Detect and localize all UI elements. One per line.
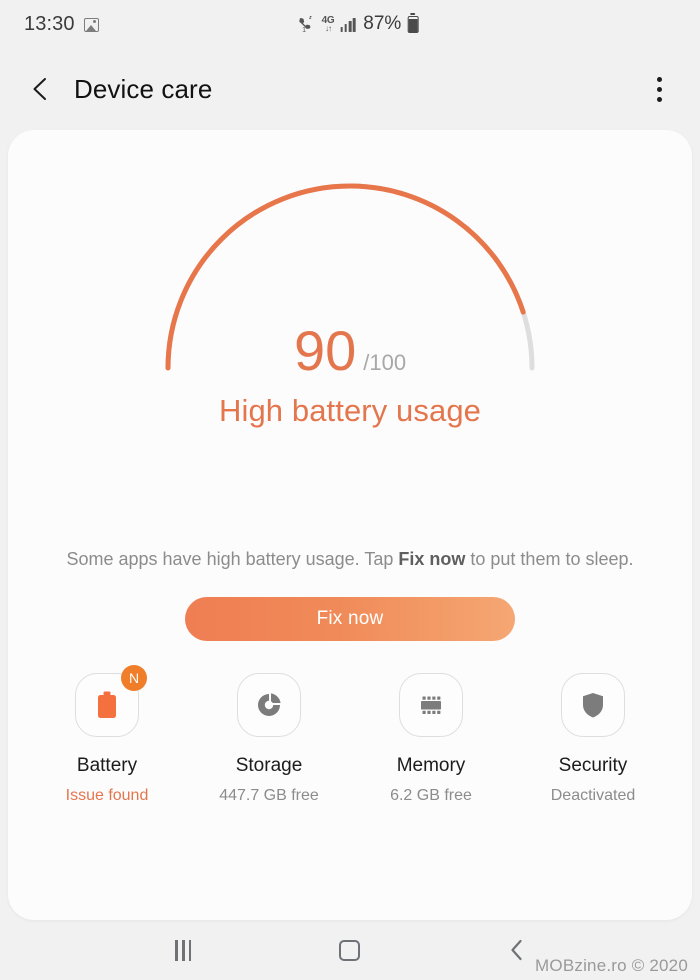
back-icon: [511, 939, 522, 961]
score-line: 90 /100: [8, 323, 692, 379]
image-icon: [83, 17, 99, 32]
network-type-icon: 4G ↓↑: [322, 15, 335, 33]
tile-icon-box: [237, 673, 301, 738]
back-arrow-icon[interactable]: [26, 74, 56, 104]
battery-percent: 87%: [363, 13, 402, 34]
recents-button[interactable]: [157, 930, 209, 970]
tile-label: Security: [558, 755, 628, 777]
fix-now-button[interactable]: Fix now: [185, 597, 515, 642]
description-text: Some apps have high battery usage. Tap F…: [8, 546, 692, 572]
home-button[interactable]: [324, 930, 376, 970]
tile-status: Deactivated: [550, 787, 636, 805]
system-navigation-bar: [0, 920, 700, 980]
shield-icon: [583, 693, 603, 718]
page-title: Device care: [74, 73, 213, 104]
app-bar: Device care: [0, 48, 700, 130]
device-care-card: 90 /100 High battery usage Some apps hav…: [8, 130, 692, 920]
description-part2: to put them to sleep.: [465, 549, 634, 569]
tile-icon-box: N: [75, 665, 147, 738]
status-bar-left: 13:30: [24, 13, 99, 36]
gauge-center-readout: 90 /100 High battery usage: [8, 323, 692, 429]
tile-status: 6.2 GB free: [390, 787, 472, 805]
tile-icon-box: [399, 673, 463, 738]
notification-badge: N: [121, 665, 147, 692]
status-clock: 13:30: [24, 12, 75, 35]
home-icon: [339, 939, 361, 961]
tile-memory[interactable]: Memory 6.2 GB free: [350, 673, 512, 807]
more-options-icon[interactable]: [644, 72, 674, 106]
tile-icon-box: [561, 673, 625, 738]
score-value: 90: [293, 319, 357, 382]
recents-icon: [175, 939, 192, 961]
network-arrows: ↓↑: [325, 23, 332, 33]
memory-chip-icon: [421, 696, 441, 715]
description-emphasis: Fix now: [398, 549, 466, 569]
category-tiles: N Battery Issue found Storage 447.7 GB f…: [8, 665, 692, 807]
battery-icon: [98, 691, 116, 719]
tile-label: Memory: [396, 755, 466, 777]
back-button[interactable]: [491, 930, 543, 970]
tile-status: Issue found: [65, 787, 149, 805]
tile-label: Storage: [235, 755, 303, 777]
score-status-text: High battery usage: [218, 393, 481, 428]
status-bar: 13:30 1 4G ↓↑ 87%: [0, 0, 700, 48]
tile-storage[interactable]: Storage 447.7 GB free: [188, 673, 350, 807]
score-denominator: /100: [363, 350, 407, 375]
status-bar-right: 1 4G ↓↑ 87%: [298, 13, 419, 35]
storage-pie-icon: [258, 693, 281, 717]
description-part1: Some apps have high battery usage. Tap: [66, 549, 399, 569]
battery-icon: [407, 15, 419, 33]
tile-label: Battery: [76, 755, 138, 777]
signal-bars-icon: [340, 17, 356, 32]
tile-security[interactable]: Security Deactivated: [512, 673, 674, 807]
svg-text:1: 1: [302, 27, 306, 33]
tile-status: 447.7 GB free: [219, 787, 319, 805]
tile-battery[interactable]: N Battery Issue found: [26, 665, 188, 807]
call-wifi-icon: 1: [298, 15, 316, 33]
battery-score-gauge: 90 /100 High battery usage: [8, 168, 692, 428]
